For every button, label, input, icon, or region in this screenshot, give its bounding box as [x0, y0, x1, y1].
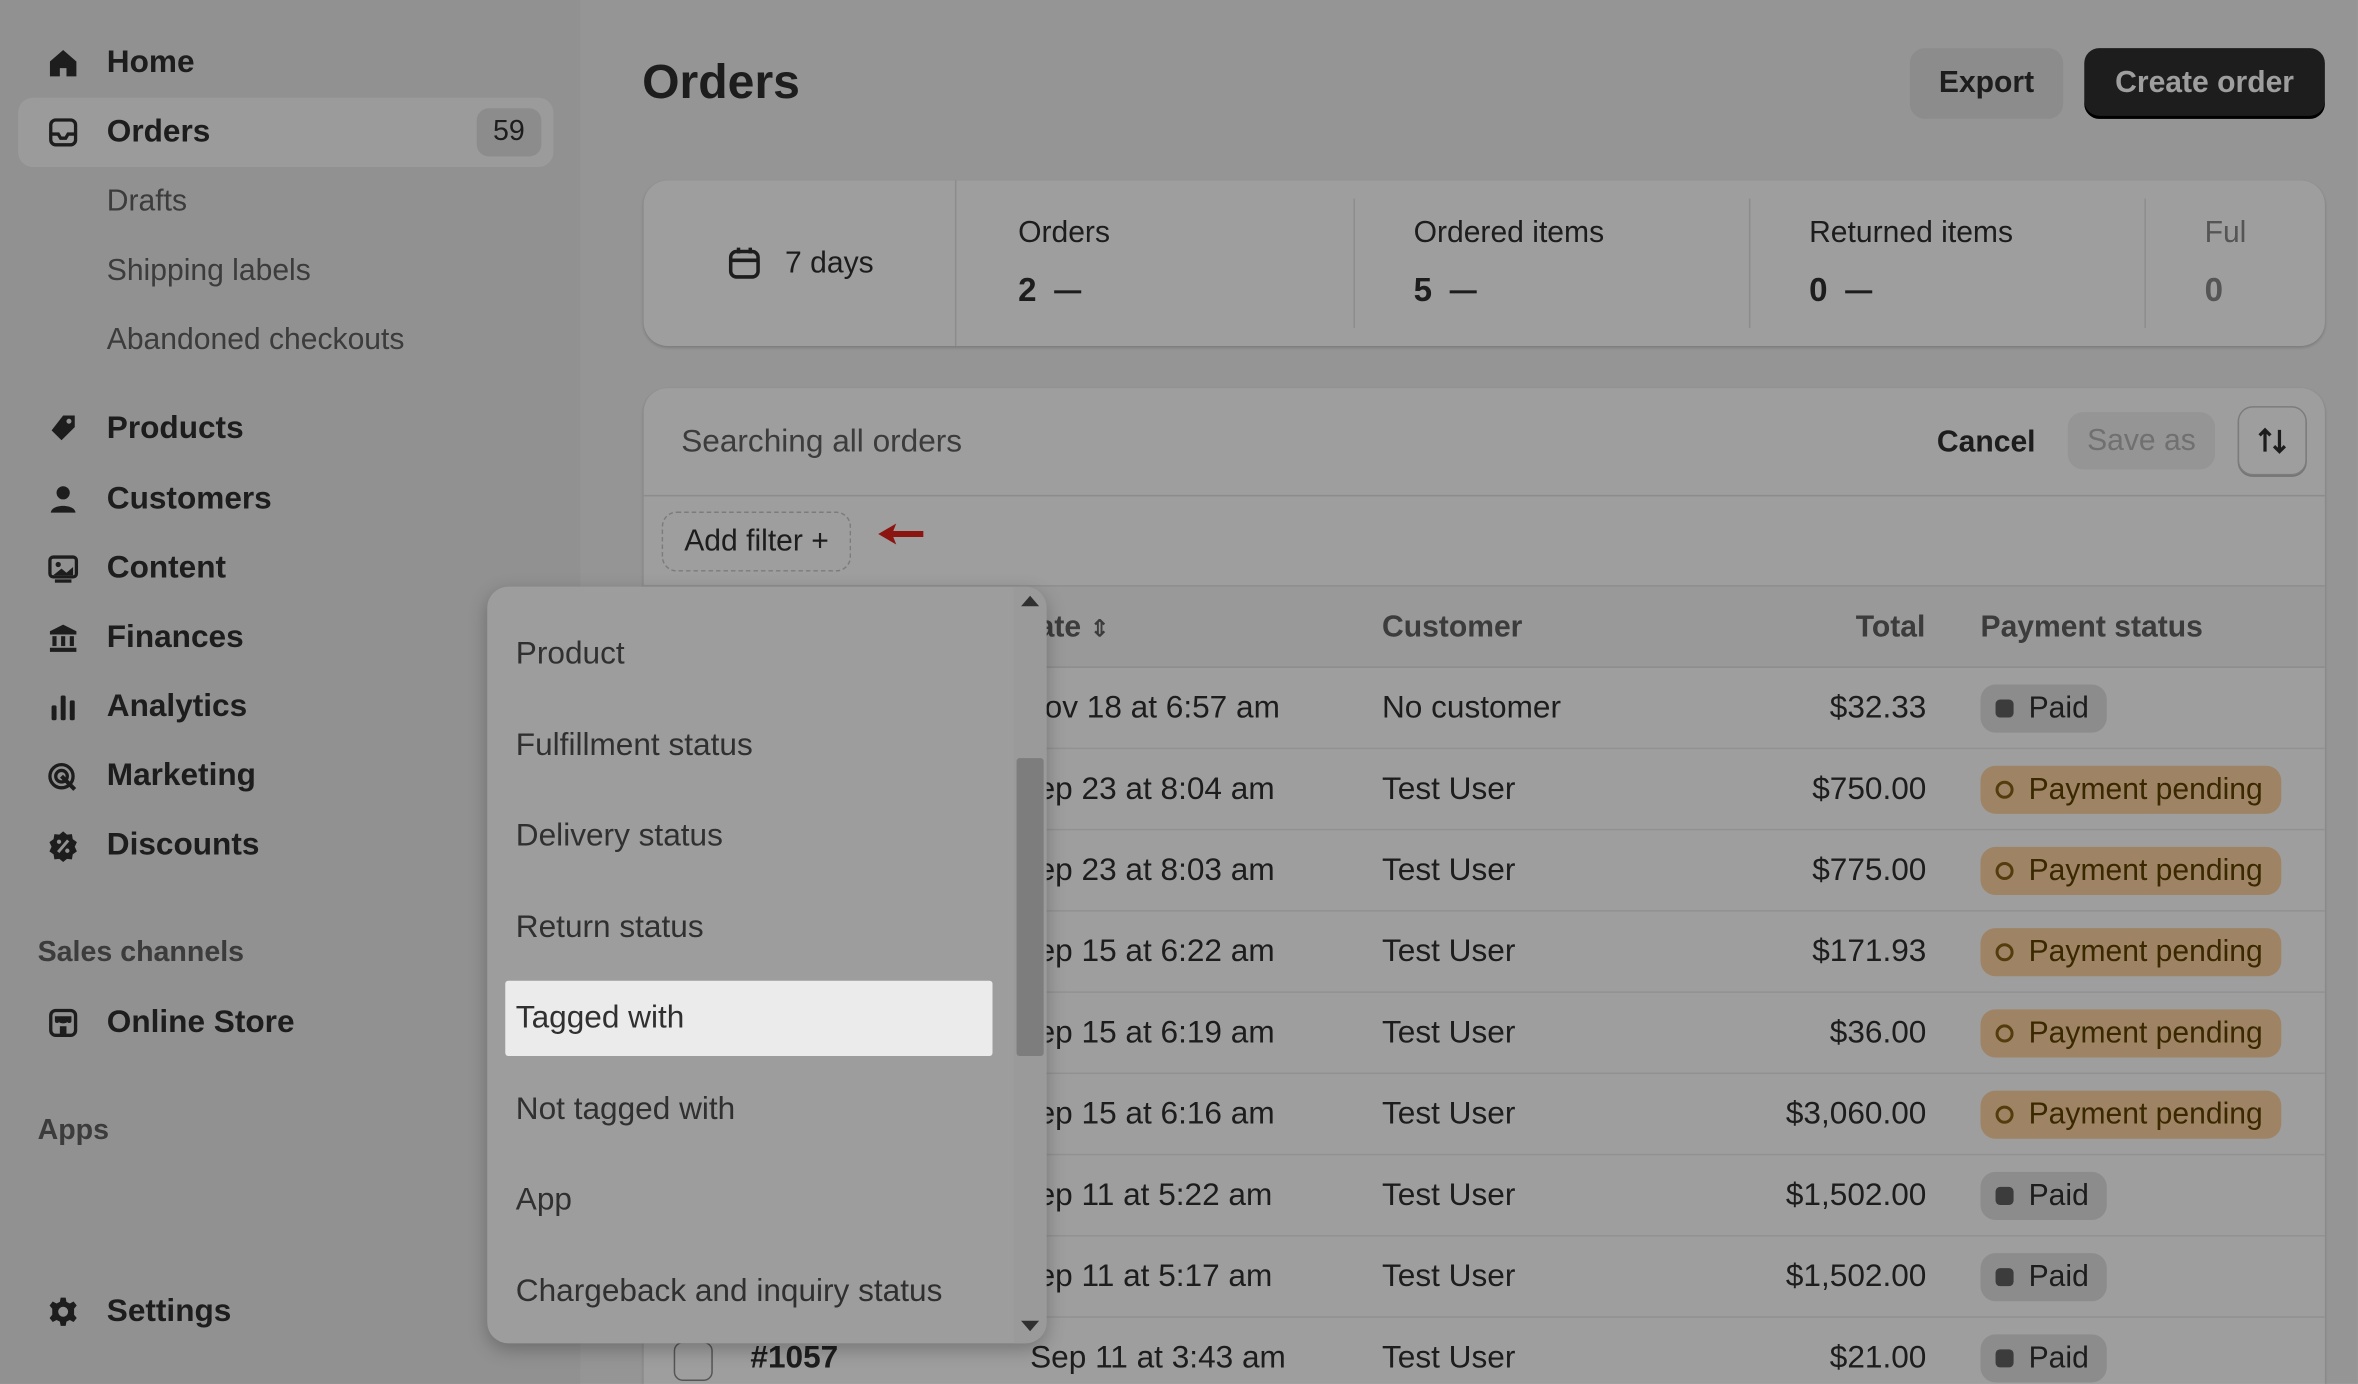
scroll-down-icon[interactable] [1021, 1320, 1040, 1332]
modal-overlay [0, 0, 2358, 1384]
scroll-up-icon[interactable] [1021, 595, 1040, 607]
filter-option-tagged-with[interactable]: Tagged with [505, 980, 993, 1057]
filter-option-product[interactable]: Product [505, 617, 992, 692]
filter-option-app[interactable]: App [505, 1163, 992, 1238]
filter-option-delivery-status[interactable]: Delivery status [505, 799, 992, 874]
dropdown-scrollbar-thumb[interactable] [1016, 758, 1044, 1057]
filter-option-chargeback-status[interactable]: Chargeback and inquiry status [505, 1255, 992, 1330]
filter-option-not-tagged-with[interactable]: Not tagged with [505, 1073, 992, 1148]
filter-option-fulfillment-status[interactable]: Fulfillment status [505, 709, 992, 784]
filter-dropdown: Product Fulfillment status Delivery stat… [487, 586, 1047, 1344]
filter-option-return-status[interactable]: Return status [505, 891, 992, 966]
